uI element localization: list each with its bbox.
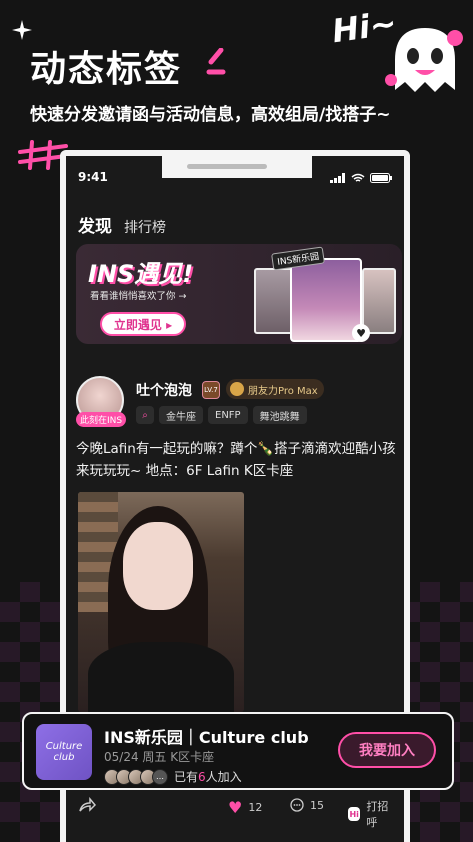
like-button[interactable]: ♥ 12 (228, 798, 262, 817)
greet-button[interactable]: Hi 打招呼 (348, 798, 392, 830)
tag-hobby: 舞池跳舞 (252, 406, 307, 424)
joined-prefix: 已有 (174, 770, 199, 784)
club-schedule: 05/24 周五 K区卡座 (104, 750, 215, 764)
medal-icon (230, 382, 244, 396)
ins-meet-banner[interactable]: INS遇见! 看看谁悄悄喜欢了你 → 立即遇见 ▸ INS新乐园 ♥ (76, 244, 402, 344)
heart-icon: ♥ (352, 324, 370, 342)
status-icons (330, 170, 392, 186)
joined-count: 6 (198, 770, 206, 784)
heart-icon: ♥ (228, 798, 243, 817)
promo-headline: 动态标签 (30, 49, 183, 90)
comment-icon (290, 798, 304, 812)
profile-tags: ⌕ 金牛座 ENFP 舞池跳舞 (136, 406, 307, 424)
club-logo-line1: Culture (45, 741, 83, 752)
top-tabs: 发现 排行榜 (78, 212, 166, 237)
banner-subtitle: 看看谁悄悄喜欢了你 → (90, 291, 187, 302)
banner-title: INS遇见! (88, 260, 194, 288)
tag-mbti: ENFP (208, 406, 248, 424)
banner-photo-right (362, 268, 396, 334)
like-count: 12 (248, 801, 263, 814)
sparkle-icon (12, 20, 32, 40)
slash-deco-icon (206, 48, 226, 75)
here-now-badge: 此刻在INS (76, 412, 127, 427)
search-icon: ⌕ (136, 406, 154, 424)
club-logo: Culture club (36, 724, 92, 780)
post-username[interactable]: 吐个泡泡 (136, 380, 192, 400)
joined-text: 已有6人加入 (174, 768, 242, 785)
ghost-mascot-icon (385, 28, 463, 92)
banner-photo-left (254, 268, 294, 334)
wifi-icon (351, 173, 365, 182)
body-shape (88, 642, 234, 712)
friend-power-badge: 朋友力Pro Max (226, 379, 324, 399)
level-badge: LV.7 (202, 381, 220, 399)
club-joined-info: … 已有6人加入 (104, 768, 242, 785)
post-text: 今晚Lafin有一起玩的嘛？蹲个🍾搭子滴滴欢迎酷小孩来玩玩玩~ 地点：6F La… (76, 441, 396, 479)
post-actions: ♥ 12 15 Hi 打招呼 (78, 792, 392, 829)
hi-icon: Hi (348, 807, 361, 821)
club-event-card[interactable]: Culture club INS新乐园｜Culture club 05/24 周… (22, 712, 454, 790)
club-logo-line2: club (53, 752, 75, 763)
club-title: INS新乐园｜Culture club (104, 728, 309, 747)
more-icon: … (152, 768, 168, 785)
status-bar: 9:41 (78, 170, 392, 186)
share-icon[interactable] (78, 797, 96, 813)
post-header: 此刻在INS 吐个泡泡 LV.7 朋友力Pro Max ⌕ 金牛座 ENFP 舞… (76, 376, 404, 432)
signal-icon (330, 173, 345, 183)
friend-badge-label: 朋友力Pro Max (248, 385, 318, 397)
banner-photo-center (290, 258, 362, 342)
face-shape (123, 522, 193, 610)
status-time: 9:41 (78, 170, 108, 184)
joined-avatars: … (104, 768, 168, 785)
tab-ranking[interactable]: 排行榜 (124, 217, 166, 237)
greet-label: 打招呼 (366, 800, 389, 829)
tag-zodiac: 金牛座 (159, 406, 203, 424)
post-photo[interactable] (78, 492, 244, 712)
join-button[interactable]: 我要加入 (338, 732, 436, 768)
promo-subline: 快速分发邀请函与活动信息，高效组局/找搭子~ (30, 105, 391, 125)
comment-count: 15 (310, 798, 324, 812)
joined-suffix: 人加入 (205, 770, 242, 784)
battery-icon (370, 173, 392, 183)
comment-button[interactable]: 15 (290, 798, 324, 812)
meet-now-button[interactable]: 立即遇见 ▸ (100, 312, 186, 336)
tab-discover[interactable]: 发现 (78, 212, 112, 237)
